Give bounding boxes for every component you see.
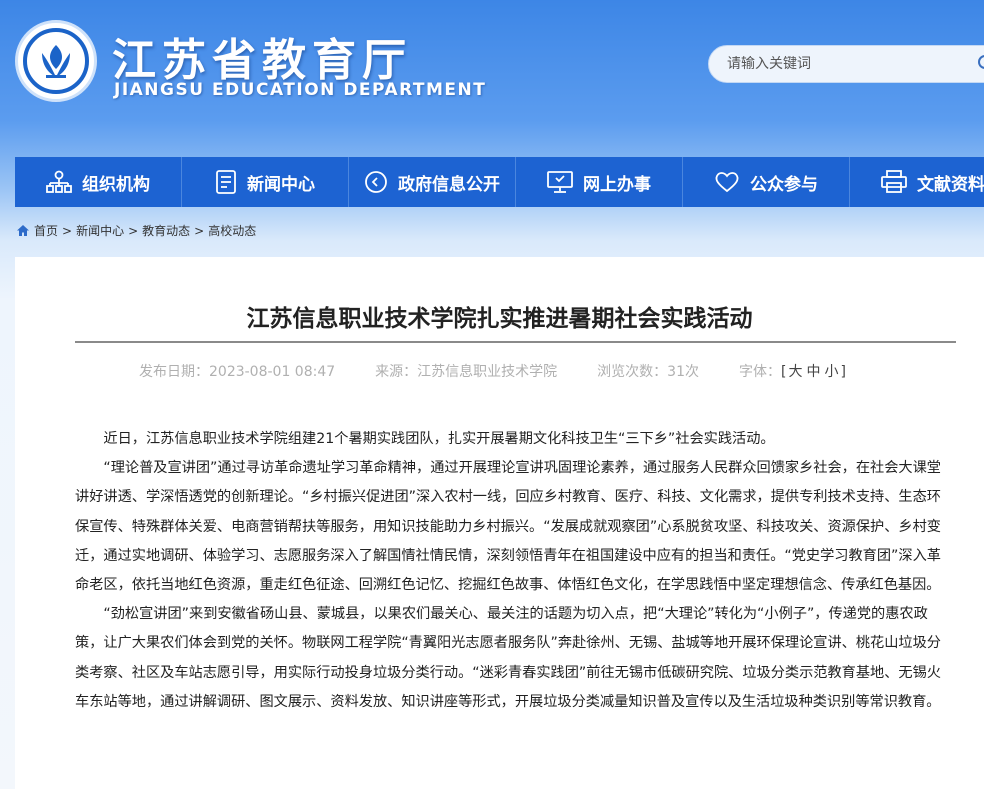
search-icon[interactable]	[977, 54, 984, 78]
main-nav: 组织机构 新闻中心 政府信息公开 网上办事 公众参与 文献资料	[15, 157, 984, 207]
nav-item-organization[interactable]: 组织机构	[15, 157, 182, 207]
document-icon	[216, 170, 236, 194]
breadcrumb-education-news[interactable]: 教育动态	[142, 222, 190, 239]
breadcrumb: 首页 > 新闻中心 > 教育动态 > 高校动态	[16, 222, 256, 239]
article-panel: 江苏信息职业技术学院扎实推进暑期社会实践活动 发布日期：2023-08-01 0…	[15, 257, 984, 789]
nav-item-online-service[interactable]: 网上办事	[516, 157, 683, 207]
article-title: 江苏信息职业技术学院扎实推进暑期社会实践活动	[246, 306, 753, 332]
site-subtitle: JIANGSU EDUCATION DEPARTMENT	[114, 80, 487, 100]
breadcrumb-home[interactable]: 首页	[34, 222, 58, 239]
org-chart-icon	[46, 170, 72, 193]
article-paragraph: “劲松宣讲团”来到安徽省砀山县、蒙城县，以果农们最关心、最关注的话题为切入点，把…	[75, 606, 941, 710]
nav-item-public-participation[interactable]: 公众参与	[683, 157, 850, 207]
nav-label: 网上办事	[583, 174, 651, 195]
site-header: 江苏省教育厅 JIANGSU EDUCATION DEPARTMENT	[0, 0, 984, 156]
search-box	[708, 45, 984, 83]
breadcrumb-news-center[interactable]: 新闻中心	[76, 222, 124, 239]
nav-label: 组织机构	[82, 174, 150, 195]
site-title: 江苏省教育厅	[112, 35, 412, 86]
view-count: 浏览次数：31次	[597, 364, 699, 380]
nav-label: 政府信息公开	[398, 174, 500, 195]
font-size-small[interactable]: 小	[824, 364, 838, 380]
site-logo[interactable]	[15, 20, 97, 102]
article-paragraph: “理论普及宣讲团”通过寻访革命遗址学习革命精神，通过开展理论宣讲巩固理论素养，通…	[75, 460, 941, 594]
search-input[interactable]	[727, 56, 967, 72]
breadcrumb-university-news[interactable]: 高校动态	[208, 222, 256, 239]
article-source: 来源：江苏信息职业技术学院	[375, 364, 558, 380]
breadcrumb-separator: >	[128, 223, 139, 238]
logo-emblem	[23, 28, 89, 94]
nav-item-documents[interactable]: 文献资料	[850, 157, 984, 207]
font-size-medium[interactable]: 中	[806, 364, 820, 380]
printer-icon	[881, 170, 907, 193]
breadcrumb-separator: >	[62, 223, 73, 238]
nav-item-news-center[interactable]: 新闻中心	[182, 157, 349, 207]
article-paragraph: 近日，江苏信息职业技术学院组建21个暑期实践团队，扎实开展暑期文化科技卫生“三下…	[103, 431, 775, 447]
nav-label: 新闻中心	[247, 174, 315, 195]
home-icon	[17, 225, 29, 236]
publish-date: 发布日期：2023-08-01 08:47	[139, 364, 336, 380]
logo-emblem-icon	[42, 45, 70, 78]
heart-icon	[715, 172, 739, 193]
nav-label: 公众参与	[750, 174, 818, 195]
breadcrumb-separator: >	[194, 223, 205, 238]
nav-label: 文献资料	[917, 174, 984, 195]
article-content: 近日，江苏信息职业技术学院组建21个暑期实践团队，扎实开展暑期文化科技卫生“三下…	[75, 425, 951, 717]
play-circle-icon	[365, 171, 387, 193]
font-size-selector: 字体：[大中小]	[739, 364, 846, 380]
nav-item-gov-info[interactable]: 政府信息公开	[349, 157, 516, 207]
monitor-icon	[547, 171, 573, 193]
article-meta: 发布日期：2023-08-01 08:47 来源：江苏信息职业技术学院 浏览次数…	[139, 361, 846, 381]
title-divider	[75, 341, 956, 343]
font-size-large[interactable]: 大	[788, 364, 802, 380]
